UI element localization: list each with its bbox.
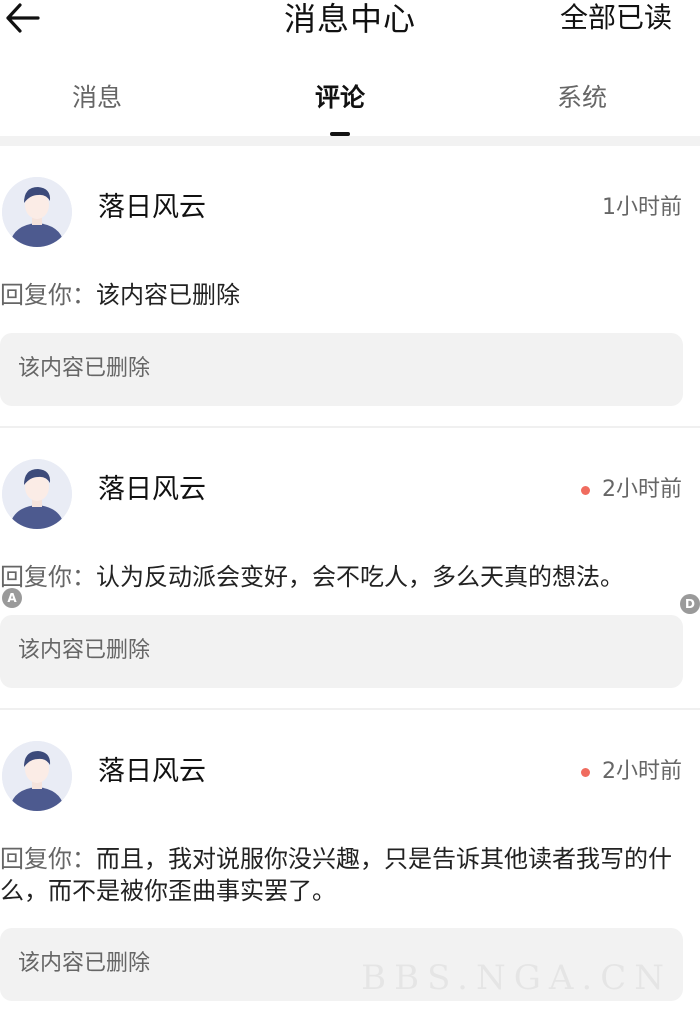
reply-prefix: 回复你：: [0, 281, 96, 309]
overlay-marker-a: A: [2, 588, 22, 608]
quoted-text: 该内容已删除: [18, 951, 151, 976]
tab-system[interactable]: 系统: [512, 80, 652, 116]
overlay-marker-d: D: [680, 594, 700, 614]
unread-dot: [581, 485, 590, 495]
tab-divider: [0, 136, 700, 146]
reply-prefix: 回复你：: [0, 845, 96, 873]
tab-comments[interactable]: 评论: [270, 80, 410, 116]
reply-content: 该内容已删除: [96, 281, 240, 309]
reply-prefix: 回复你：: [0, 563, 96, 591]
avatar[interactable]: [2, 177, 72, 247]
timestamp: 2小时前: [581, 475, 682, 505]
time-text: 2小时前: [602, 759, 682, 784]
username[interactable]: 落日风云: [98, 473, 206, 507]
username[interactable]: 落日风云: [98, 191, 206, 225]
unread-dot: [581, 767, 590, 777]
card-divider: [0, 426, 700, 428]
time-text: 1小时前: [602, 195, 682, 220]
watermark: BBS.NGA.CN: [361, 958, 672, 998]
time-text: 2小时前: [602, 477, 682, 502]
message-center-screen: 消息中心 全部已读 消息 评论 系统 落日风云 1小时前 回复你：该内容已删除: [0, 0, 700, 1020]
tab-bar: 消息 评论 系统: [0, 62, 700, 136]
timestamp: 1小时前: [602, 193, 682, 223]
avatar[interactable]: [2, 459, 72, 529]
reply-text: 回复你：认为反动派会变好，会不吃人，多么天真的想法。: [0, 561, 690, 593]
reply-content: 而且，我对说服你没兴趣，只是告诉其他读者我写的什么，而不是被你歪曲事实罢了。: [0, 845, 672, 905]
reply-content: 认为反动派会变好，会不吃人，多么天真的想法。: [96, 563, 624, 591]
mark-all-read-button[interactable]: 全部已读: [560, 0, 672, 36]
reply-text: 回复你：而且，我对说服你没兴趣，只是告诉其他读者我写的什么，而不是被你歪曲事实罢…: [0, 843, 690, 907]
header: 消息中心 全部已读: [0, 0, 700, 46]
timestamp: 2小时前: [581, 757, 682, 787]
card-divider: [0, 708, 700, 710]
quoted-text: 该内容已删除: [18, 638, 151, 663]
quoted-text: 该内容已删除: [18, 356, 151, 381]
username[interactable]: 落日风云: [98, 755, 206, 789]
tab-messages[interactable]: 消息: [27, 80, 167, 116]
avatar[interactable]: [2, 741, 72, 811]
quoted-content-box[interactable]: 该内容已删除: [0, 333, 683, 406]
quoted-content-box[interactable]: 该内容已删除: [0, 615, 683, 688]
reply-text: 回复你：该内容已删除: [0, 279, 690, 311]
